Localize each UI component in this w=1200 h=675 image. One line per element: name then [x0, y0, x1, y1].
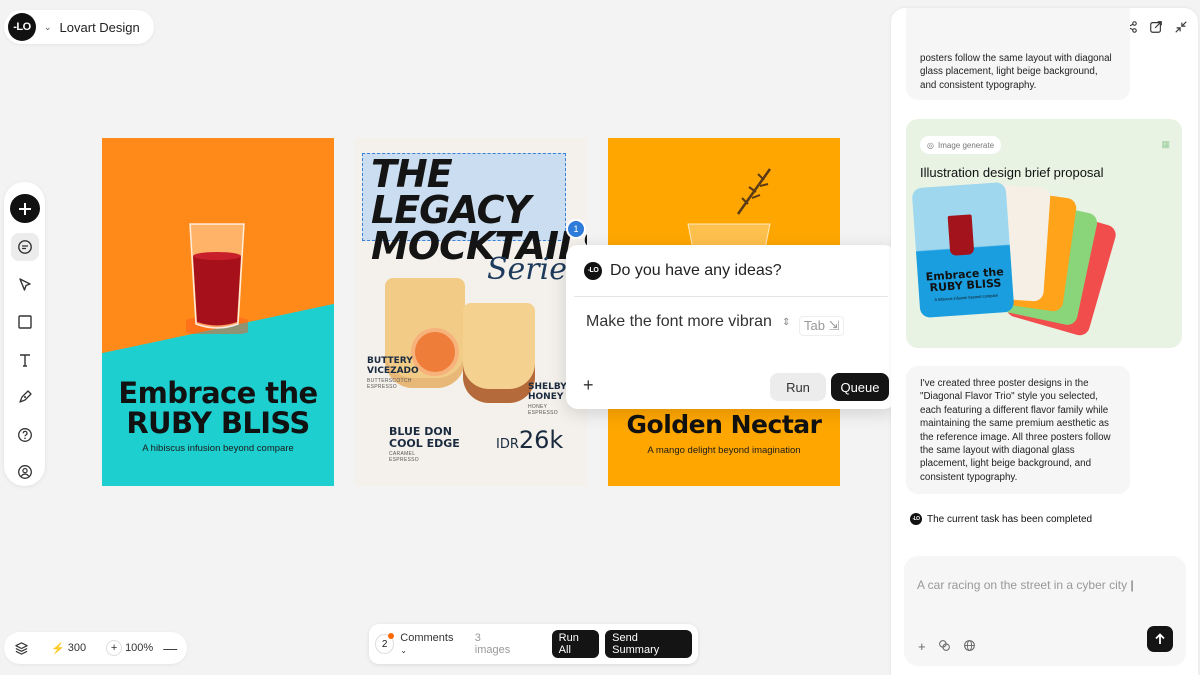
left-toolbar: [4, 182, 45, 486]
ideas-popup: -LO Do you have any ideas? Make the font…: [566, 245, 896, 409]
chevron-down-icon: ⌄: [400, 646, 407, 655]
chevron-down-icon: ⌄: [44, 21, 52, 32]
tab-hint: Tab ⇲: [799, 316, 845, 336]
gen-title: Illustration design brief proposal: [920, 165, 1104, 180]
open-icon[interactable]: [1149, 20, 1163, 34]
poster-title: THE LEGACY MOCKTAILS: [371, 152, 587, 268]
send-button[interactable]: [1147, 626, 1173, 652]
project-name: Lovart Design: [59, 19, 140, 35]
chat-input-box: A car racing on the street in a cyber ci…: [904, 556, 1186, 666]
image-generate-chip: ◎ Image generate: [920, 136, 1002, 154]
edit-prompt-input[interactable]: Make the font more vibran: [586, 313, 772, 331]
stepper-icon[interactable]: ⇕: [782, 317, 790, 328]
image-count: 3 images: [474, 632, 511, 656]
plus-icon: [18, 202, 31, 215]
item-desc: HONEY ESPRESSO: [528, 404, 558, 416]
item-desc: CARAMEL ESPRESSO: [389, 451, 419, 463]
frame-tool-button[interactable]: [11, 308, 39, 336]
item-desc: BUTTERSCOTCH ESPRESSO: [367, 378, 412, 390]
unread-dot: [388, 633, 395, 639]
mango-drink-glass: [687, 168, 772, 254]
credits: ⚡ 300: [51, 642, 87, 655]
thumb-blue: Embrace the RUBY BLISS A hibiscus infusi…: [911, 181, 1015, 319]
zoom-out-button[interactable]: —: [163, 640, 177, 656]
arrow-up-icon: [1155, 633, 1165, 644]
add-button[interactable]: [9, 194, 40, 224]
help-icon: [17, 427, 32, 442]
text-tool-button[interactable]: [11, 346, 39, 374]
lovart-logo: -LO: [910, 513, 922, 525]
assistant-panel: posters follow the same layout with diag…: [891, 8, 1198, 675]
popup-question: Do you have any ideas?: [610, 261, 782, 279]
add-attachment-button[interactable]: +: [583, 375, 594, 396]
item-name: BUTTERY VICEZADO: [367, 356, 419, 376]
collapse-icon[interactable]: [1174, 20, 1188, 34]
red-drink-glass: [186, 223, 248, 334]
account-button[interactable]: [11, 458, 39, 486]
layers-icon[interactable]: [14, 641, 29, 656]
queue-button[interactable]: Queue: [831, 373, 889, 401]
image-icon: ◎: [927, 140, 934, 150]
thumb-title: Embrace the RUBY BLISS: [925, 265, 1005, 295]
select-tool-button[interactable]: [11, 271, 39, 299]
comments-dropdown[interactable]: Comments ⌄: [400, 632, 460, 656]
poster-legacy-mocktails[interactable]: THE LEGACY MOCKTAILS Series BUTTERY VICEZ…: [355, 138, 587, 486]
popup-header: -LO Do you have any ideas?: [574, 245, 888, 297]
help-button[interactable]: [11, 421, 39, 449]
poster-subtitle: A hibiscus infusion beyond compare: [142, 443, 294, 454]
poster-title: Embrace the RUBY BLISS: [118, 376, 318, 440]
zoom-in-button[interactable]: +: [106, 640, 123, 656]
poster-subtitle: A mango delight beyond imagination: [647, 445, 801, 456]
lovart-logo: -LO: [8, 13, 36, 41]
item-name: BLUE DON COOL EDGE: [389, 425, 460, 450]
chat-icon: [17, 240, 32, 255]
assistant-message: posters follow the same layout with diag…: [906, 8, 1130, 100]
chat-tools: +: [918, 639, 976, 654]
thumb-glass: [947, 214, 975, 256]
send-summary-button[interactable]: Send Summary: [605, 630, 693, 658]
honey-glass: [463, 303, 535, 403]
comment-count-badge: 2: [375, 633, 395, 654]
zoom-level: 100%: [125, 642, 154, 654]
globe-icon[interactable]: [963, 639, 976, 652]
text-icon: [19, 354, 30, 367]
rectangle-icon: [17, 315, 32, 329]
pointer-icon: [18, 278, 31, 291]
grid-icon[interactable]: ▦: [1161, 139, 1170, 150]
price: IDR26k: [496, 426, 564, 454]
run-button[interactable]: Run: [770, 373, 826, 401]
chat-tool-button[interactable]: [10, 233, 39, 261]
chat-input[interactable]: A car racing on the street in a cyber ci…: [917, 578, 1134, 592]
assistant-message: I've created three poster designs in the…: [906, 366, 1130, 494]
bolt-icon: ⚡: [51, 642, 65, 655]
canvas-controls: ⚡ 300 +100% —: [4, 632, 188, 664]
attach-icon[interactable]: +: [918, 639, 926, 654]
user-icon: [17, 465, 32, 480]
poster-ruby-bliss[interactable]: Embrace the RUBY BLISS A hibiscus infusi…: [102, 138, 334, 486]
image-generate-card[interactable]: ◎ Image generate ▦ Illustration design br…: [906, 119, 1182, 348]
poster-title: Golden Nectar: [626, 410, 822, 439]
zoom-control: +100%: [106, 640, 153, 656]
selection-badge[interactable]: 1: [566, 219, 586, 239]
lovart-logo: -LO: [584, 261, 602, 280]
comments-bar: 2 Comments ⌄ 3 images Run All Send Summa…: [369, 624, 698, 664]
brand-menu[interactable]: -LO ⌄ Lovart Design: [4, 10, 154, 44]
run-all-button[interactable]: Run All: [551, 630, 600, 658]
pen-tool-button[interactable]: [11, 383, 39, 411]
task-complete-status: -LO The current task has been completed: [910, 513, 1092, 525]
link-icon[interactable]: [938, 639, 951, 652]
pen-icon: [18, 390, 32, 403]
